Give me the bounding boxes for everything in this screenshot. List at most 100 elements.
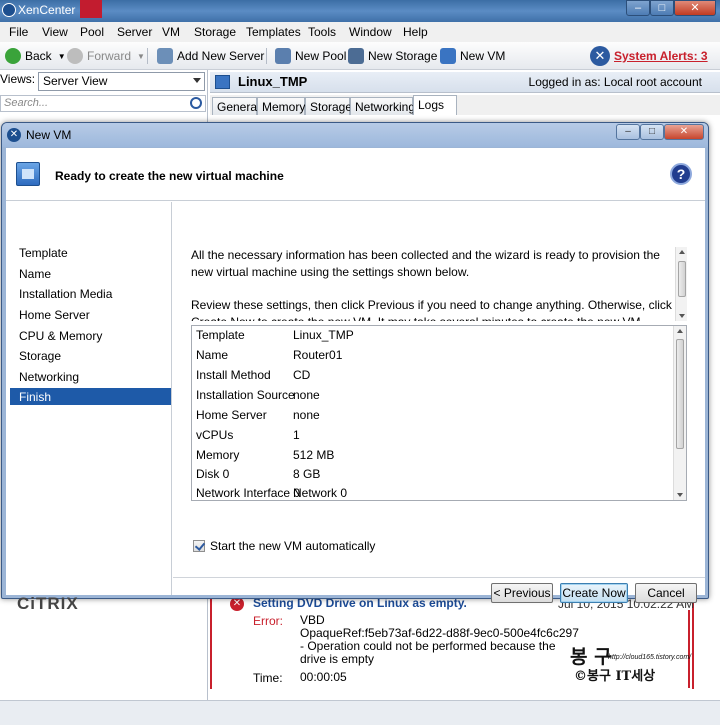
scroll-up-icon[interactable] (679, 250, 685, 254)
dialog-body: Ready to create the new virtual machine … (6, 148, 705, 613)
step-networking[interactable]: Networking (10, 368, 171, 385)
xencenter-icon (2, 3, 16, 17)
log-time-value: 00:00:05 (300, 670, 347, 684)
citrix-logo: CiTRIX (17, 594, 79, 613)
wizard-content: All the necessary information has been c… (173, 202, 705, 603)
new-vm-icon (440, 48, 456, 64)
summary-row: Disk 08 GB (196, 467, 321, 481)
tab-logs[interactable]: Logs (413, 95, 457, 116)
vm-icon (215, 75, 230, 89)
views-label: Views: (0, 72, 36, 86)
new-storage-icon (348, 48, 364, 64)
new-vm-button[interactable]: New VM (440, 48, 505, 64)
dialog-title: New VM (26, 128, 72, 142)
minimize-button[interactable]: – (626, 0, 650, 16)
vm-header: Linux_TMP Logged in as: Local root accou… (210, 72, 720, 93)
tab-general[interactable]: General (212, 97, 260, 115)
scroll-down-icon[interactable] (679, 314, 685, 318)
system-alerts-button[interactable]: ✕ System Alerts: 3 (590, 46, 708, 66)
taskbar-red-block (80, 0, 102, 18)
step-cpu-memory[interactable]: CPU & Memory (10, 327, 171, 344)
back-dropdown-icon[interactable]: ▼ (58, 52, 66, 61)
scroll-thumb[interactable] (676, 339, 684, 449)
help-icon[interactable]: ? (670, 163, 692, 185)
search-input[interactable]: Search... (0, 95, 206, 112)
tab-networking[interactable]: Networking (350, 97, 415, 115)
step-template[interactable]: Template (10, 244, 171, 261)
views-dropdown[interactable]: Server View (38, 72, 205, 91)
forward-dropdown-icon[interactable]: ▼ (137, 52, 145, 61)
step-installation-media[interactable]: Installation Media (10, 285, 171, 302)
watermark-url: http://cloud165.tistory.com/ (608, 654, 692, 661)
wizard-steps: Template Name Installation Media Home Se… (6, 202, 172, 613)
scroll-thumb[interactable] (678, 261, 686, 297)
menu-window[interactable]: Window (349, 25, 392, 39)
selected-vm-name: Linux_TMP (238, 74, 308, 89)
scroll-up-icon[interactable] (677, 329, 683, 333)
cancel-button[interactable]: Cancel (635, 583, 697, 603)
new-storage-button[interactable]: New Storage (348, 48, 437, 64)
status-bar (0, 700, 720, 725)
menu-view[interactable]: View (42, 25, 68, 39)
dialog-minimize-button[interactable]: – (616, 124, 640, 140)
step-finish[interactable]: Finish (10, 388, 171, 405)
summary-row: Install Method CD (196, 368, 311, 382)
create-now-button[interactable]: Create Now (560, 583, 628, 603)
start-vm-checkbox-row[interactable]: Start the new VM automatically (193, 539, 375, 553)
tab-memory[interactable]: Memory (257, 97, 305, 115)
new-pool-button[interactable]: New Pool (275, 48, 346, 64)
summary-row: Home Server none (196, 408, 320, 422)
scroll-down-icon[interactable] (677, 493, 683, 497)
toolbar: Back ▼ Forward ▼ Add New Server New Pool… (0, 42, 720, 70)
close-button[interactable]: ✕ (674, 0, 716, 16)
dialog-header: Ready to create the new virtual machine … (6, 148, 705, 201)
summary-scrollbar[interactable] (673, 326, 686, 500)
menu-server[interactable]: Server (117, 25, 152, 39)
back-button[interactable]: Back ▼ (5, 48, 66, 64)
app-title: XenCenter (18, 3, 76, 17)
button-divider (173, 577, 705, 578)
log-error-label: Error: (253, 614, 283, 628)
previous-button[interactable]: < Previous (491, 583, 553, 603)
menu-storage[interactable]: Storage (194, 25, 236, 39)
summary-row: vCPUs 1 (196, 428, 300, 442)
menu-pool[interactable]: Pool (80, 25, 104, 39)
main-title-bar: XenCenter – □ ✕ (0, 0, 720, 22)
menu-vm[interactable]: VM (162, 25, 180, 39)
add-server-icon (157, 48, 173, 64)
info-scrollbar[interactable] (675, 247, 687, 321)
summary-row: Installation Source none (196, 388, 320, 402)
menu-file[interactable]: File (9, 25, 28, 39)
summary-row: Memory 512 MB (196, 448, 335, 462)
start-vm-checkbox[interactable] (193, 540, 205, 552)
forward-button[interactable]: Forward ▼ (67, 48, 145, 64)
dialog-heading: Ready to create the new virtual machine (55, 169, 284, 183)
error-icon: ✕ (230, 597, 244, 611)
add-new-server-button[interactable]: Add New Server (157, 48, 264, 64)
back-arrow-icon (5, 48, 21, 64)
dialog-close-button[interactable]: ✕ (664, 124, 704, 140)
menu-help[interactable]: Help (403, 25, 428, 39)
new-vm-dialog: ✕ New VM – □ ✕ Ready to create the new v… (1, 122, 709, 613)
login-status: Logged in as: Local root account (528, 75, 702, 89)
chevron-down-icon (193, 78, 201, 83)
search-icon[interactable] (190, 97, 202, 109)
maximize-button[interactable]: □ (650, 0, 674, 16)
log-time-label: Time: (253, 671, 283, 685)
log-error-line: drive is empty (300, 652, 375, 666)
tab-storage[interactable]: Storage (305, 97, 352, 115)
menu-templates[interactable]: Templates (246, 25, 301, 39)
summary-row: Network Interface 0 Network 0 (196, 486, 348, 500)
toolbar-separator (147, 48, 148, 64)
step-home-server[interactable]: Home Server (10, 306, 171, 323)
menu-tools[interactable]: Tools (308, 25, 336, 39)
step-name[interactable]: Name (10, 265, 171, 282)
alert-x-icon: ✕ (590, 46, 610, 66)
xencenter-icon: ✕ (7, 128, 21, 142)
step-storage[interactable]: Storage (10, 347, 171, 364)
new-vm-wizard-icon (16, 162, 40, 186)
dialog-maximize-button[interactable]: □ (640, 124, 664, 140)
watermark-tag: ©봉구 IT세상 (574, 669, 656, 684)
tab-bar: General Memory Storage Networking Logs (210, 95, 720, 116)
info-paragraph: Review these settings, then click Previo… (191, 298, 672, 321)
